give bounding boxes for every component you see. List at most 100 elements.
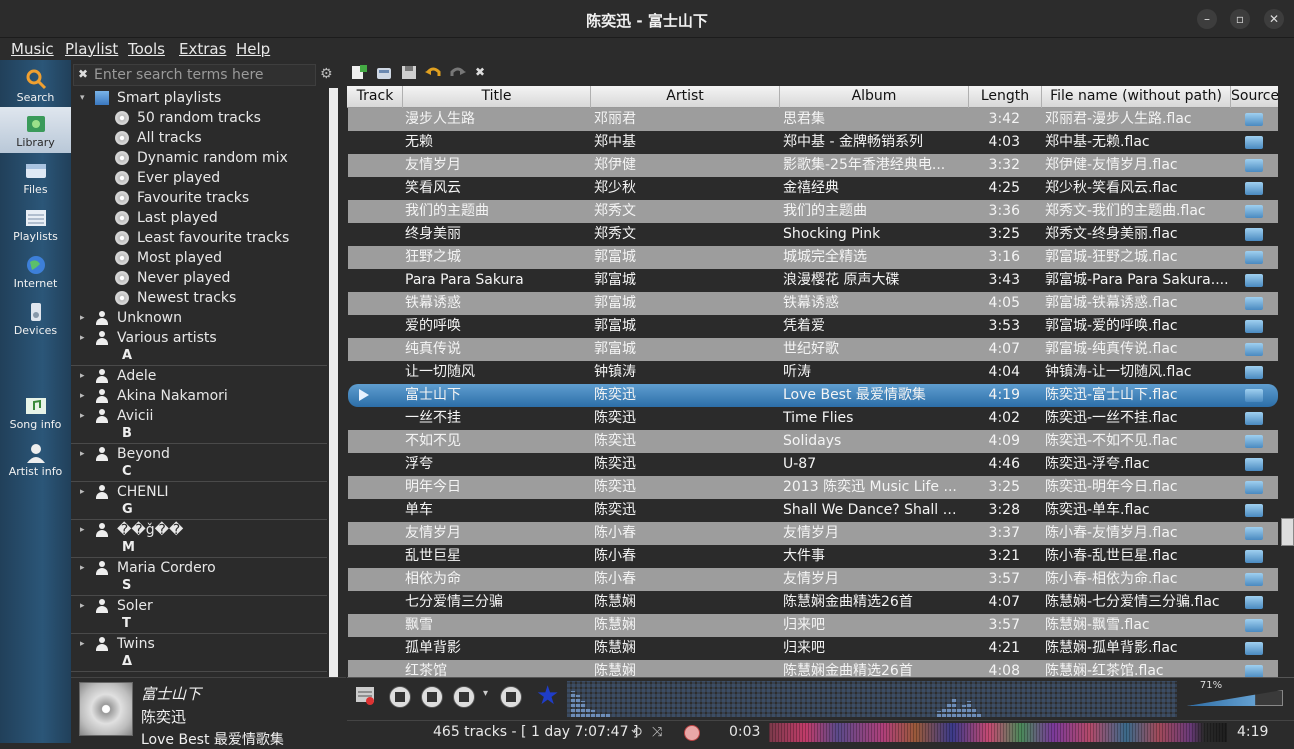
expand-arrow-icon[interactable]: ▸ bbox=[80, 308, 85, 328]
playlist-scrollbar[interactable] bbox=[1281, 86, 1294, 677]
table-row[interactable]: 纯真传说 郭富城 世纪好歌 4:07 郭富城-纯真传说.flac bbox=[348, 338, 1278, 361]
table-row[interactable]: 狂野之城 郭富城 城城完全精选 3:16 郭富城-狂野之城.flac bbox=[348, 246, 1278, 269]
table-row[interactable]: 友情岁月 陈小春 友情岁月 3:37 陈小春-友情岁月.flac bbox=[348, 522, 1278, 545]
save-playlist-icon[interactable] bbox=[401, 65, 417, 80]
column-header-artist[interactable]: Artist bbox=[591, 86, 780, 108]
table-row[interactable]: 单车 陈奕迅 Shall We Dance? Shall W... 3:28 陈奕迅-单… bbox=[348, 499, 1278, 522]
album-cover[interactable] bbox=[79, 682, 133, 736]
redo-icon[interactable] bbox=[450, 65, 466, 80]
collapse-arrow-icon[interactable]: ▾ bbox=[80, 88, 85, 108]
table-row[interactable]: 无赖 郑中基 郑中基 - 金牌畅销系列 4:03 郑中基-无赖.flac bbox=[348, 131, 1278, 154]
load-playlist-icon[interactable] bbox=[376, 65, 392, 80]
tab-playlists[interactable]: Playlists bbox=[0, 201, 71, 247]
column-header-title[interactable]: Title bbox=[403, 86, 591, 108]
column-header-album[interactable]: Album bbox=[780, 86, 969, 108]
tab-devices[interactable]: Devices bbox=[0, 295, 71, 341]
scrobble-icon[interactable] bbox=[684, 725, 700, 741]
maximize-button[interactable]: ▫ bbox=[1230, 9, 1250, 29]
expand-arrow-icon[interactable]: ▸ bbox=[80, 328, 85, 348]
minimize-button[interactable]: – bbox=[1197, 9, 1217, 29]
table-row[interactable]: 浮夸 陈奕迅 U-87 4:46 陈奕迅-浮夸.flac bbox=[348, 453, 1278, 476]
tab-song-info[interactable]: Song info bbox=[0, 389, 71, 435]
next-track-button[interactable] bbox=[500, 686, 522, 708]
cell-album: Time Flies bbox=[783, 410, 854, 426]
table-row[interactable]: 不如不见 陈奕迅 Solidays 4:09 陈奕迅-不如不见.flac bbox=[348, 430, 1278, 453]
table-row[interactable]: 明年今日 陈奕迅 2013 陈奕迅 Music Life ... 3:25 陈奕迅-明年… bbox=[348, 476, 1278, 499]
table-row[interactable]: 乱世巨星 陈小春 大件事 3:21 陈小春-乱世巨星.flac bbox=[348, 545, 1278, 568]
tab-internet[interactable]: Internet bbox=[0, 248, 71, 294]
table-row[interactable]: 爱的呼唤 郭富城 凭着爱 3:53 郭富城-爱的呼唤.flac bbox=[348, 315, 1278, 338]
stop-button[interactable] bbox=[453, 686, 475, 708]
table-row[interactable]: 一丝不挂 陈奕迅 Time Flies 4:02 陈奕迅-一丝不挂.flac bbox=[348, 407, 1278, 430]
expand-arrow-icon[interactable]: ▸ bbox=[80, 482, 85, 502]
expand-arrow-icon[interactable]: ▸ bbox=[80, 520, 85, 540]
table-row[interactable]: 让一切随风 钟镇涛 听涛 4:04 钟镇涛-让一切随风.flac bbox=[348, 361, 1278, 384]
expand-arrow-icon[interactable]: ▸ bbox=[80, 558, 85, 578]
table-row[interactable]: Para Para Sakura 郭富城 浪漫樱花 原声大碟 3:43 郭富城-Para… bbox=[348, 269, 1278, 292]
column-header-length[interactable]: Length bbox=[969, 86, 1042, 108]
table-row[interactable]: 相依为命 陈小春 友情岁月 3:57 陈小春-相依为命.flac bbox=[348, 568, 1278, 591]
shuffle-icon[interactable]: ⤨ bbox=[652, 725, 662, 740]
expand-arrow-icon[interactable]: ▸ bbox=[80, 386, 85, 406]
artist-icon bbox=[95, 331, 109, 345]
table-row[interactable]: 飘雪 陈慧娴 归来吧 3:57 陈慧娴-飘雪.flac bbox=[348, 614, 1278, 637]
table-row[interactable]: 铁幕诱惑 郭富城 铁幕诱惑 4:05 郭富城-铁幕诱惑.flac bbox=[348, 292, 1278, 315]
table-row[interactable]: 漫步人生路 邓丽君 思君集 3:42 邓丽君-漫步人生路.flac bbox=[348, 108, 1278, 131]
expand-arrow-icon[interactable]: ▸ bbox=[80, 366, 85, 386]
tab-library[interactable]: Library bbox=[0, 107, 71, 153]
tree-smart-playlist-item-label: Favourite tracks bbox=[137, 190, 250, 206]
library-config-icon[interactable]: ⚙ bbox=[320, 66, 333, 82]
column-header-track[interactable]: Track bbox=[348, 86, 403, 108]
stop-after-icon[interactable] bbox=[354, 684, 376, 706]
repeat-icon[interactable]: ⟲ bbox=[631, 725, 642, 740]
menu-help[interactable]: Help bbox=[236, 40, 270, 58]
cell-title: 爱的呼唤 bbox=[405, 318, 461, 334]
column-header-filename[interactable]: File name (without path) bbox=[1042, 86, 1231, 108]
cell-title: 漫步人生路 bbox=[405, 111, 475, 127]
menu-extras[interactable]: Extras bbox=[179, 40, 226, 58]
close-button[interactable]: ✕ bbox=[1264, 9, 1284, 29]
new-playlist-icon[interactable] bbox=[351, 65, 367, 80]
table-row[interactable]: 孤单背影 陈慧娴 归来吧 4:21 陈慧娴-孤单背影.flac bbox=[348, 637, 1278, 660]
playlist-scroll-thumb[interactable] bbox=[1281, 518, 1294, 546]
tree-artist-item-label: Avicii bbox=[117, 408, 154, 424]
table-row[interactable]: 笑看风云 郑少秋 金禧经典 4:25 郑少秋-笑看风云.flac bbox=[348, 177, 1278, 200]
cell-artist: 邓丽君 bbox=[594, 111, 636, 127]
expand-arrow-icon[interactable]: ▸ bbox=[80, 596, 85, 616]
source-library-icon bbox=[1245, 642, 1263, 655]
source-library-icon bbox=[1245, 205, 1263, 218]
table-row[interactable]: 终身美丽 郑秀文 Shocking Pink 3:25 郑秀文-终身美丽.flac bbox=[348, 223, 1278, 246]
table-row[interactable]: 我们的主题曲 郑秀文 我们的主题曲 3:36 郑秀文-我们的主题曲.flac bbox=[348, 200, 1278, 223]
previous-track-button[interactable] bbox=[389, 686, 411, 708]
menu-music[interactable]: Music bbox=[11, 40, 54, 58]
tab-search[interactable]: Search bbox=[0, 62, 71, 108]
expand-arrow-icon[interactable]: ▸ bbox=[80, 406, 85, 426]
player-controls: ▾ ★ 71% 465 tracks - [ 1 day 7:07:47 ] ⟲… bbox=[347, 677, 1294, 743]
column-header-source[interactable]: Source bbox=[1231, 86, 1278, 108]
clear-search-icon[interactable]: ✖ bbox=[78, 67, 88, 81]
cell-length: 3:37 bbox=[988, 525, 1020, 541]
table-row[interactable]: 红茶馆 陈慧娴 陈慧娴金曲精选26首 4:08 陈慧娴-红茶馆.flac bbox=[348, 660, 1278, 677]
volume-slider[interactable]: 71% bbox=[1187, 680, 1285, 712]
expand-arrow-icon[interactable]: ▸ bbox=[80, 634, 85, 654]
expand-arrow-icon[interactable]: ▸ bbox=[80, 444, 85, 464]
library-scroll-thumb[interactable] bbox=[329, 88, 338, 677]
menu-playlist[interactable]: Playlist bbox=[65, 40, 118, 58]
clear-playlist-icon[interactable]: ✖ bbox=[475, 65, 485, 79]
library-scrollbar[interactable] bbox=[327, 88, 340, 677]
menu-tools[interactable]: Tools bbox=[128, 40, 165, 58]
tab-files[interactable]: Files bbox=[0, 154, 71, 200]
pause-button[interactable] bbox=[421, 686, 443, 708]
love-star-icon[interactable]: ★ bbox=[536, 681, 559, 711]
table-row[interactable]: 七分爱情三分骗 陈慧娴 陈慧娴金曲精选26首 4:07 陈慧娴-七分爱情三分骗.flac bbox=[348, 591, 1278, 614]
search-input[interactable] bbox=[94, 66, 314, 84]
table-row[interactable]: 友情岁月 郑伊健 影歌集-25年香港经典电... 3:32 郑伊健-友情岁月.flac bbox=[348, 154, 1278, 177]
cell-length: 4:46 bbox=[988, 456, 1020, 472]
seek-moodbar[interactable] bbox=[769, 723, 1227, 742]
table-row-now-playing[interactable]: 富士山下 陈奕迅 Love Best 最爱情歌集 4:19 陈奕迅-富士山下.flac bbox=[348, 384, 1278, 407]
tab-artist-info[interactable]: Artist info bbox=[0, 436, 71, 482]
tree-artist-item-label: Beyond bbox=[117, 446, 170, 462]
stop-menu-chevron-down-icon[interactable]: ▾ bbox=[483, 688, 488, 699]
spectrum-analyzer[interactable] bbox=[567, 681, 1177, 717]
undo-icon[interactable] bbox=[425, 65, 441, 80]
